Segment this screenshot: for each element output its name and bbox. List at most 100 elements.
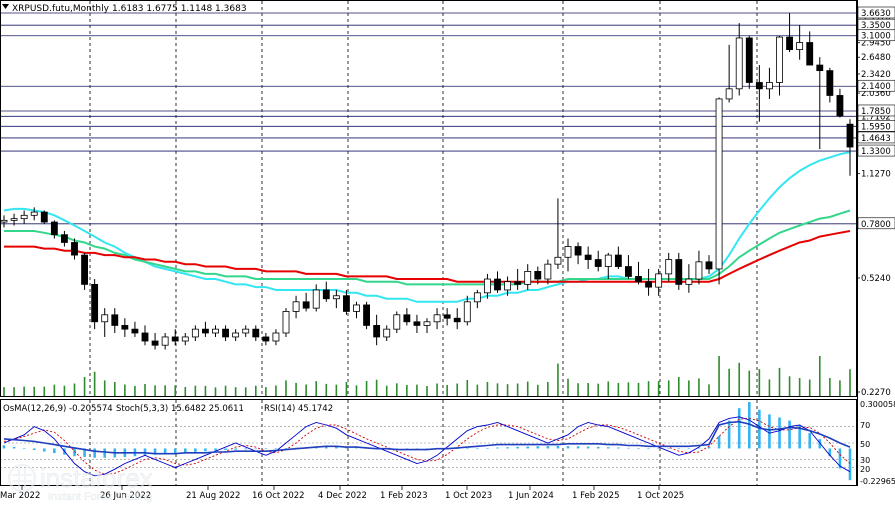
volume-bar xyxy=(154,385,156,396)
price-level-label: 2.1400 xyxy=(861,82,891,92)
watermark-tagline: Instant Forex Trading xyxy=(48,491,152,503)
candle-body xyxy=(151,340,159,346)
candle-body xyxy=(655,273,663,288)
price-tick-label: 1.4643 xyxy=(861,134,891,144)
volume-bar xyxy=(134,385,136,396)
volume-bar xyxy=(728,368,730,396)
candle-body xyxy=(302,301,310,309)
osma-bar xyxy=(284,448,288,449)
osma-bar xyxy=(788,420,791,449)
price-tick-label: 1.5950 xyxy=(861,122,891,132)
candle-body xyxy=(40,211,48,223)
rsi-label: RSI(14) 45.1742 xyxy=(264,404,333,414)
osma-bar xyxy=(254,448,258,450)
candle-body xyxy=(473,292,481,303)
volume-bar xyxy=(557,363,559,396)
price-tick-label: 2.6480 xyxy=(861,53,891,63)
candle-body xyxy=(826,70,834,96)
volume-bar xyxy=(808,379,811,396)
osma-bar xyxy=(647,448,650,450)
candle-body xyxy=(463,301,471,323)
osma-bar xyxy=(234,448,237,450)
volume-bar xyxy=(667,380,670,396)
candle-body xyxy=(202,328,209,334)
osc-tick-label: 50 xyxy=(860,440,870,449)
volume-bar xyxy=(829,378,831,396)
osma-bar xyxy=(617,447,620,449)
volume-bar xyxy=(204,385,207,396)
price-tick-label: 2.3420 xyxy=(861,70,891,80)
volume-bar xyxy=(33,386,36,396)
time-tick-label: 1 Feb 2023 xyxy=(380,491,428,501)
osma-bar xyxy=(42,448,46,452)
volume-bar xyxy=(516,383,519,396)
main-pane-bg xyxy=(0,0,857,397)
stoch-label: Stoch(5,3,3) 15.6482 25.0611 xyxy=(116,404,244,414)
volume-bar xyxy=(788,376,791,396)
candle-body xyxy=(373,325,381,338)
osc-tick-label: -0.229656 xyxy=(860,477,895,486)
volume-bar xyxy=(466,380,469,396)
osma-bar xyxy=(143,448,147,456)
volume-bar xyxy=(325,383,328,396)
volume-bar xyxy=(567,378,569,396)
osma-bar xyxy=(576,446,580,449)
candle-body xyxy=(292,301,300,312)
osma-bar xyxy=(727,420,731,449)
volume-bar xyxy=(839,380,841,396)
price-tick-label: 1.1270 xyxy=(861,170,891,180)
candle-body xyxy=(625,266,632,277)
time-tick-label: 16 Oct 2022 xyxy=(252,491,305,501)
volume-bar xyxy=(345,381,348,396)
chart-symbol: XRPUSD.futu,Monthly xyxy=(12,4,110,14)
volume-bar xyxy=(3,387,5,396)
volume-bar xyxy=(234,387,237,396)
candle-body xyxy=(10,218,18,221)
volume-bar xyxy=(849,369,851,396)
candle-body xyxy=(614,254,622,267)
chart-root: 3.55703.25102.94502.64802.34202.03601.71… xyxy=(0,0,895,504)
volume-bar xyxy=(798,378,801,396)
osma-bar xyxy=(183,448,187,453)
volume-bar xyxy=(214,387,217,396)
osma-bar xyxy=(536,446,540,449)
time-tick-label: 4 Dec 2022 xyxy=(318,491,367,501)
time-tick-label: Mar 2022 xyxy=(0,491,40,501)
osma-bar xyxy=(2,445,6,449)
watermark-brand: instaforex xyxy=(40,463,153,493)
candle-body xyxy=(685,278,693,285)
candle-body xyxy=(443,314,451,319)
volume-bar xyxy=(577,383,579,396)
candle-body xyxy=(604,254,612,267)
candle-body xyxy=(534,270,542,280)
candle-body xyxy=(232,332,240,338)
candle-body xyxy=(846,123,854,148)
volume-bar xyxy=(758,369,761,396)
osma-bar xyxy=(546,446,550,449)
volume-bar xyxy=(778,367,781,396)
volume-bar xyxy=(456,383,459,396)
osma-bar xyxy=(506,447,509,449)
candle-body xyxy=(403,314,411,323)
candle-body xyxy=(30,211,38,216)
volume-bar xyxy=(476,384,479,396)
candle-body xyxy=(433,314,441,323)
candle-body xyxy=(383,328,391,338)
osma-bar xyxy=(194,448,197,452)
candle-body xyxy=(524,270,532,285)
candle-body xyxy=(564,246,572,258)
candle-body xyxy=(413,321,421,326)
candle-body xyxy=(776,36,783,83)
volume-bar xyxy=(164,385,166,396)
volume-bar xyxy=(144,384,146,396)
candle-body xyxy=(836,95,844,117)
volume-bar xyxy=(718,356,720,396)
candle-body xyxy=(786,36,793,51)
volume-bar xyxy=(73,383,76,396)
osma-bar xyxy=(516,446,519,449)
volume-bar xyxy=(647,381,650,396)
candle-body xyxy=(222,328,229,338)
candle-body xyxy=(212,328,219,334)
osc-tick-label: 0.300058 xyxy=(860,400,895,409)
osma-bar xyxy=(586,446,590,449)
